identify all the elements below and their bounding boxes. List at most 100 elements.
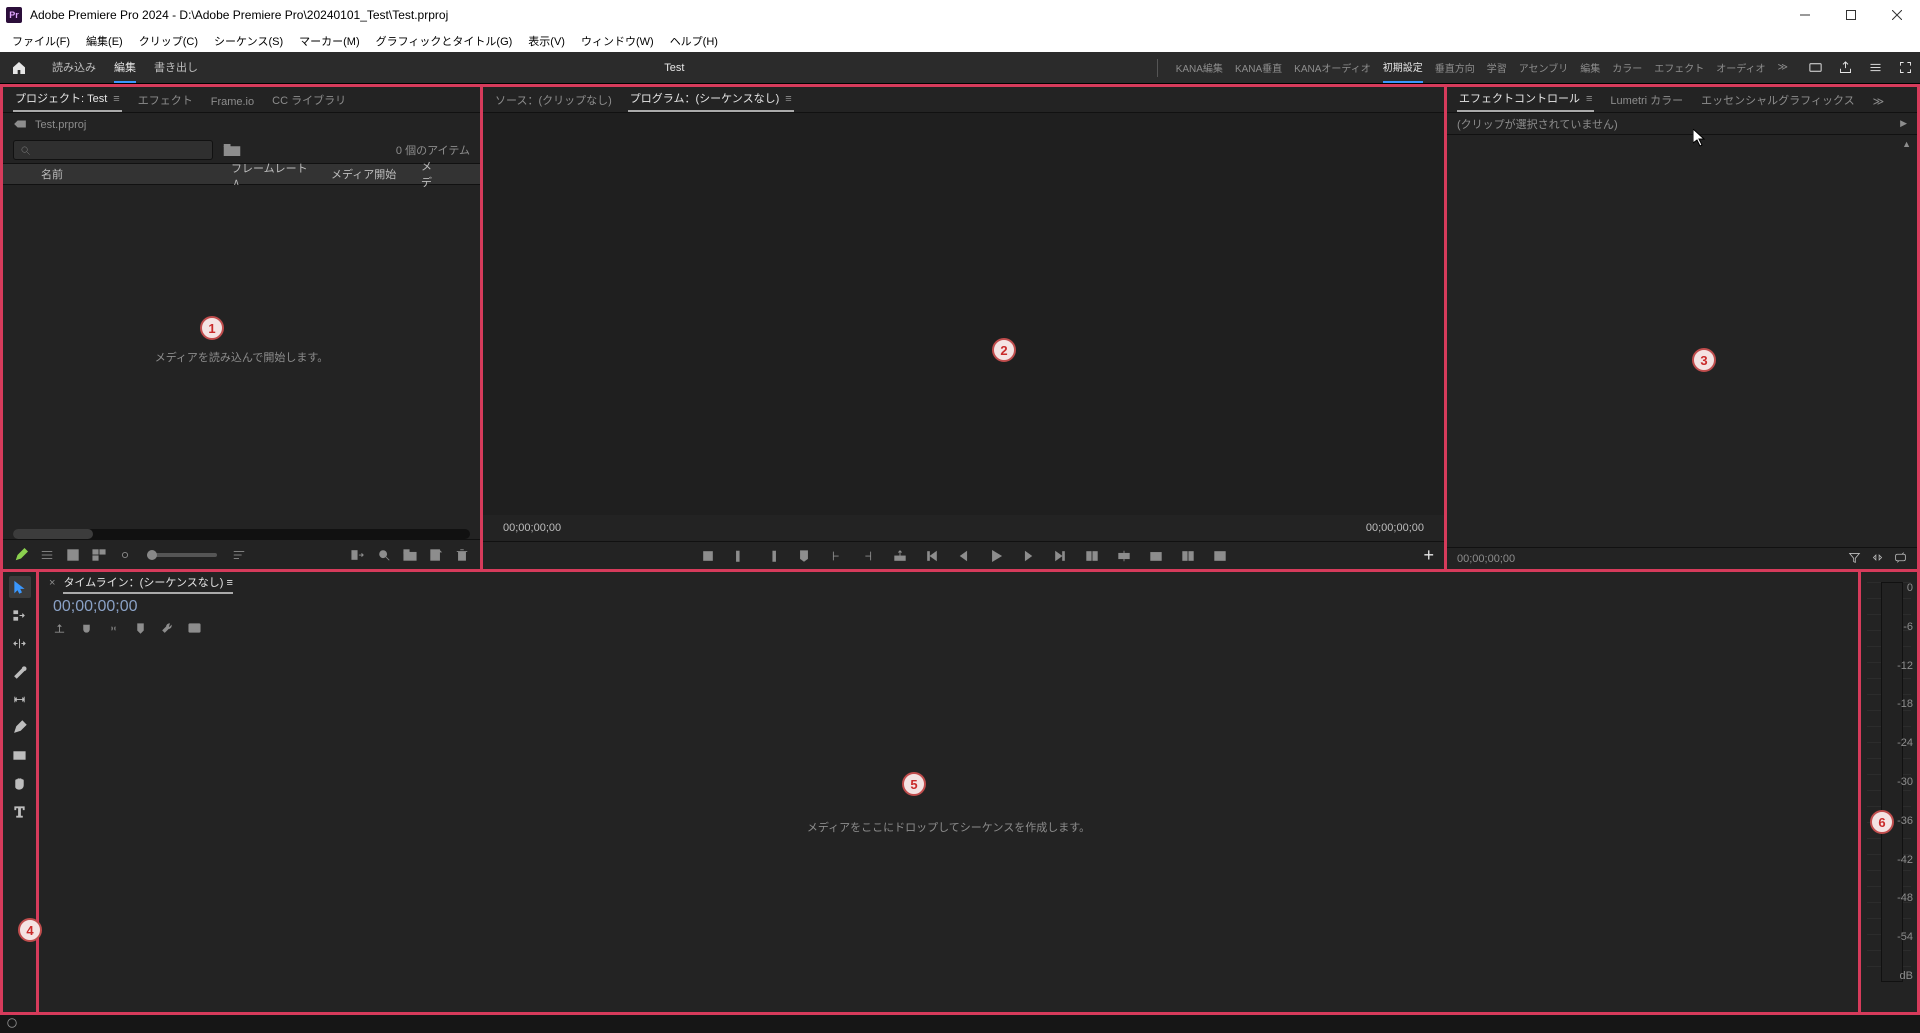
timeline-timecode[interactable]: 00;00;00;00 xyxy=(53,598,1848,616)
ripple-edit-tool-icon[interactable] xyxy=(9,632,31,654)
marker-icon[interactable] xyxy=(795,547,813,565)
ws-tab[interactable]: KANA垂直 xyxy=(1235,60,1282,75)
comparison-view-icon[interactable] xyxy=(1179,547,1197,565)
effect-controls-expand-icon[interactable]: ▶ xyxy=(1900,118,1907,129)
new-bin-icon[interactable] xyxy=(223,143,241,157)
extract-icon[interactable] xyxy=(1083,547,1101,565)
ws-tab[interactable]: KANAオーディオ xyxy=(1294,60,1371,75)
project-drop-area[interactable]: メディアを読み込んで開始します。 xyxy=(3,185,480,529)
sort-icon[interactable] xyxy=(231,547,247,563)
ws-tab[interactable]: カラー xyxy=(1612,60,1642,75)
menu-window[interactable]: ウィンドウ(W) xyxy=(573,31,662,51)
caption-track-icon[interactable] xyxy=(188,622,201,638)
program-right-timecode[interactable]: 00;00;00;00 xyxy=(1366,522,1424,534)
mark-out-icon[interactable] xyxy=(763,547,781,565)
timeline-drop-area[interactable]: メディアをここにドロップしてシーケンスを作成します。 xyxy=(39,642,1858,1012)
project-search-input[interactable] xyxy=(13,140,213,160)
tab-source-monitor[interactable]: ソース：(クリップなし) xyxy=(493,88,614,112)
workspace-menu-icon[interactable] xyxy=(1860,53,1890,83)
ws-tab[interactable]: エフェクト xyxy=(1654,60,1704,75)
track-select-tool-icon[interactable] xyxy=(9,604,31,626)
button-editor-icon[interactable]: + xyxy=(1423,545,1434,566)
lift-icon[interactable] xyxy=(891,547,909,565)
tab-effects[interactable]: エフェクト xyxy=(136,88,195,112)
find-icon[interactable] xyxy=(376,547,392,563)
tab-timeline[interactable]: タイムライン：(シーケンスなし) ≡ xyxy=(63,572,233,594)
overflow-icon[interactable]: ≫ xyxy=(1778,62,1788,73)
col-framerate[interactable]: フレームレート∧ xyxy=(223,160,323,188)
col-media-start[interactable]: メディア開始 xyxy=(323,166,413,182)
hand-tool-icon[interactable] xyxy=(9,772,31,794)
new-item-icon[interactable] xyxy=(428,547,444,563)
tab-cclib[interactable]: CC ライブラリ xyxy=(270,88,348,112)
automate-to-sequence-icon[interactable] xyxy=(350,547,366,563)
project-breadcrumb[interactable]: Test.prproj xyxy=(3,113,480,137)
snap-icon[interactable] xyxy=(80,622,93,638)
program-left-timecode[interactable]: 00;00;00;00 xyxy=(503,522,561,534)
pen-tool-icon[interactable] xyxy=(9,716,31,738)
tab-lumetri-color[interactable]: Lumetri カラー xyxy=(1608,88,1685,112)
window-minimize-button[interactable] xyxy=(1782,0,1828,30)
menu-help[interactable]: ヘルプ(H) xyxy=(662,31,726,51)
menu-edit[interactable]: 編集(E) xyxy=(78,31,131,51)
list-view-icon[interactable] xyxy=(39,547,55,563)
menu-view[interactable]: 表示(V) xyxy=(520,31,573,51)
step-forward-icon[interactable] xyxy=(1051,547,1069,565)
add-marker-icon[interactable] xyxy=(699,547,717,565)
menu-file[interactable]: ファイル(F) xyxy=(4,31,78,51)
mode-tab-edit[interactable]: 編集 xyxy=(114,59,136,83)
fullscreen-icon[interactable] xyxy=(1890,53,1920,83)
menu-sequence[interactable]: シーケンス(S) xyxy=(206,31,291,51)
safe-margins-icon[interactable] xyxy=(1211,547,1229,565)
mode-tab-export[interactable]: 書き出し xyxy=(154,59,198,77)
col-name[interactable]: 名前 xyxy=(33,166,223,182)
trash-icon[interactable] xyxy=(454,547,470,563)
ws-tab[interactable]: 編集 xyxy=(1580,60,1600,75)
tab-overflow[interactable]: ≫ xyxy=(1871,91,1887,112)
tab-frameio[interactable]: Frame.io xyxy=(209,92,256,112)
keyframe-nav-icon[interactable] xyxy=(1871,551,1884,567)
filter-icon[interactable] xyxy=(1848,551,1861,567)
play-icon[interactable] xyxy=(987,547,1005,565)
thumbnail-size-slider[interactable] xyxy=(147,553,217,557)
timeline-close-icon[interactable]: × xyxy=(49,577,55,589)
tab-project[interactable]: プロジェクト: Test≡ xyxy=(13,86,122,112)
razor-tool-icon[interactable] xyxy=(9,660,31,682)
export-frame-icon[interactable] xyxy=(1147,547,1165,565)
ws-tab[interactable]: オーディオ xyxy=(1716,60,1765,75)
new-bin-button-icon[interactable] xyxy=(402,547,418,563)
go-to-out-icon[interactable] xyxy=(859,547,877,565)
bin-back-icon[interactable] xyxy=(13,118,27,133)
tab-program-monitor[interactable]: プログラム：(シーケンスなし)≡ xyxy=(628,86,794,112)
home-button[interactable] xyxy=(0,52,38,84)
effect-controls-collapse-icon[interactable]: ▲ xyxy=(1902,139,1911,149)
linked-selection-icon[interactable] xyxy=(107,622,120,638)
ws-tab[interactable]: 学習 xyxy=(1487,60,1507,75)
freeform-view-icon[interactable] xyxy=(91,547,107,563)
tab-effect-controls[interactable]: エフェクトコントロール≡ xyxy=(1457,86,1594,112)
program-monitor-view[interactable] xyxy=(483,113,1444,515)
ws-tab[interactable]: KANA編集 xyxy=(1176,60,1223,75)
mark-in-icon[interactable] xyxy=(731,547,749,565)
insert-overwrite-icon[interactable] xyxy=(53,622,66,638)
menu-marker[interactable]: マーカー(M) xyxy=(291,31,368,51)
window-close-button[interactable] xyxy=(1874,0,1920,30)
quick-export-icon[interactable] xyxy=(1800,53,1830,83)
icon-view-icon[interactable] xyxy=(65,547,81,563)
rectangle-tool-icon[interactable] xyxy=(9,744,31,766)
menu-clip[interactable]: クリップ(C) xyxy=(131,31,206,51)
settings-wrench-icon[interactable] xyxy=(161,622,174,638)
step-back-icon[interactable] xyxy=(923,547,941,565)
menu-graphics[interactable]: グラフィックとタイトル(G) xyxy=(368,31,521,51)
insert-icon[interactable] xyxy=(1115,547,1133,565)
type-tool-icon[interactable] xyxy=(9,800,31,822)
go-to-in-icon[interactable] xyxy=(827,547,845,565)
ws-tab[interactable]: アセンブリ xyxy=(1519,60,1569,75)
window-maximize-button[interactable] xyxy=(1828,0,1874,30)
slip-tool-icon[interactable] xyxy=(9,688,31,710)
project-h-scrollbar[interactable] xyxy=(13,529,470,539)
tab-essential-graphics[interactable]: エッセンシャルグラフィックス xyxy=(1699,88,1856,112)
mode-tab-import[interactable]: 読み込み xyxy=(52,59,96,77)
frame-back-icon[interactable] xyxy=(955,547,973,565)
ws-tab[interactable]: 初期設定 xyxy=(1383,59,1423,83)
